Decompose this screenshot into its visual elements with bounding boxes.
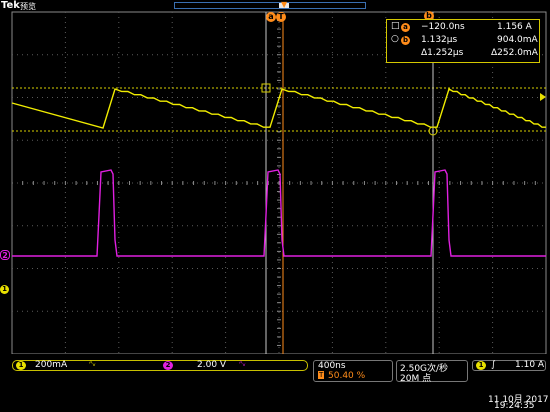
trigger-source-badge[interactable]: 1 (476, 361, 486, 370)
acquisition-settings-box[interactable]: 2.50G次/秒 20M 点 (396, 360, 468, 384)
trigger-settings-box[interactable]: 1 ∫ 1.10 A (472, 360, 546, 371)
horizontal-settings-box[interactable]: 400ns T 50.40 % (313, 360, 393, 382)
trigger-t-badge: T (276, 12, 286, 22)
date-time-display: 11 10月 2017 19:24:35 (488, 392, 549, 412)
readout-b-badge: b (401, 36, 410, 45)
horizontal-position-icon: T (318, 371, 325, 379)
readout-a-time: −120.0ns (421, 22, 465, 32)
trigger-level-arrow[interactable] (540, 93, 546, 101)
readout-a-value: 1.156 A (497, 22, 532, 32)
readout-a-badge: a (401, 23, 410, 32)
cursor-readout-panel: □ a −120.0ns 1.156 A ○ b 1.132μs 904.0mA… (386, 19, 540, 63)
vertical-settings-box[interactable]: 1 200mA ᴬᵥ 2 2.00 V ᴬᵥ (12, 359, 308, 371)
channel2-scale[interactable]: 2.00 V (197, 360, 226, 370)
channel1-badge[interactable]: 1 (16, 361, 26, 370)
readout-b-value: 904.0mA (497, 35, 538, 45)
readout-delta-time: Δ1.252μs (421, 48, 464, 58)
trigger-slope-icon[interactable]: ∫ (491, 360, 496, 370)
cursor-a-square-icon: □ (391, 21, 400, 31)
cursor-b-circle-icon: ○ (391, 34, 399, 44)
timebase-value[interactable]: 400ns (318, 361, 346, 371)
time-text: 19:24:35 (494, 401, 535, 411)
readout-b-time: 1.132μs (421, 35, 458, 45)
cursor-a-badge[interactable]: a (266, 12, 276, 22)
channel2-bandwidth-icon: ᴬᵥ (239, 359, 246, 368)
channel1-scale[interactable]: 200mA (35, 360, 67, 370)
channel1-ground-marker[interactable]: 1 (0, 285, 9, 294)
trigger-level-value[interactable]: 1.10 A (515, 360, 544, 370)
channel2-badge[interactable]: 2 (163, 361, 173, 370)
trigger-time-icon: ▼ (281, 0, 288, 9)
record-length-value: 20M 点 (400, 374, 432, 384)
horizontal-position-value[interactable]: 50.40 % (328, 371, 365, 381)
readout-delta-value: Δ252.0mA (491, 48, 538, 58)
channel1-bandwidth-icon: ᴬᵥ (89, 359, 96, 368)
channel2-ground-marker[interactable]: 2 (0, 250, 10, 260)
